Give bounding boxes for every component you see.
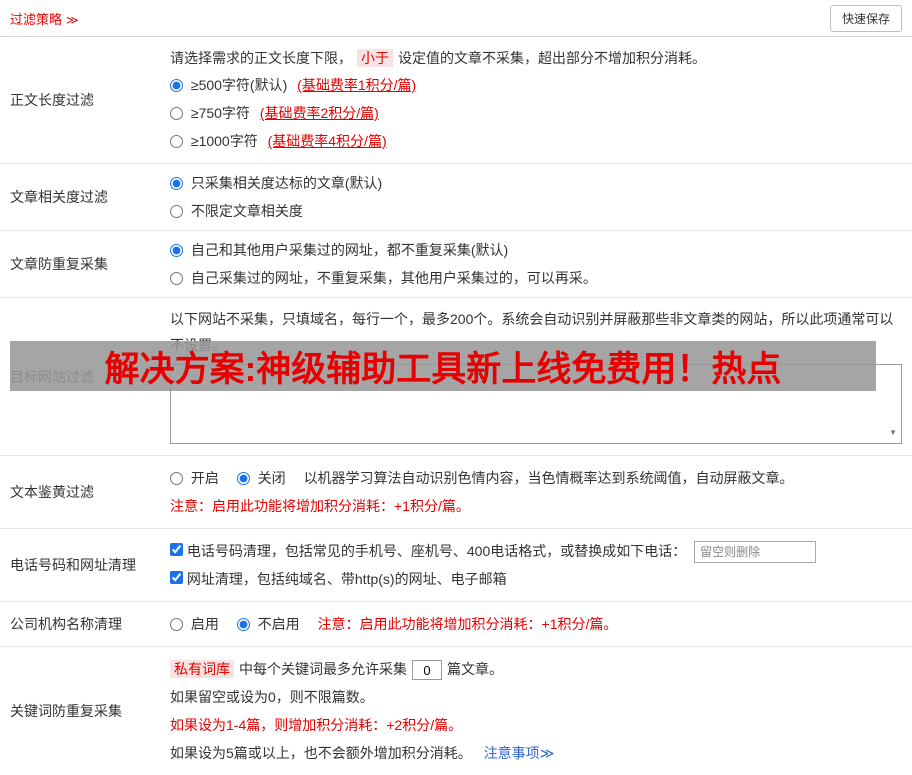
intro-pre: 请选择需求的正文长度下限，	[170, 50, 352, 66]
relevance-strict-radio[interactable]	[170, 177, 183, 190]
dedup-option-all-users: 自己和其他用户采集过的网址，都不重复采集(默认)	[170, 236, 902, 264]
porn-filter-cost-note: 注意：启用此功能将增加积分消耗：+1积分/篇。	[170, 498, 470, 514]
dedup-all-users-label: 自己和其他用户采集过的网址，都不重复采集(默认)	[190, 242, 509, 258]
row-label-dedup: 文章防重复采集	[10, 256, 108, 272]
dedup-self-only-radio[interactable]	[170, 272, 183, 285]
length-750-label: ≥750字符	[190, 105, 250, 121]
url-cleanup-checkbox[interactable]	[170, 571, 183, 584]
porn-option-off: 关闭	[236, 470, 290, 486]
row-label-company-cleanup: 公司机构名称清理	[10, 616, 122, 632]
quick-save-button[interactable]: 快速保存	[829, 4, 902, 32]
relevance-option-strict: 只采集相关度达标的文章(默认)	[170, 169, 902, 197]
relevance-option-any: 不限定文章相关度	[170, 197, 902, 225]
length-option-750: ≥750字符 (基础费率2积分/篇)	[170, 99, 902, 127]
length-option-500: ≥500字符(默认) (基础费率1积分/篇)	[170, 71, 902, 99]
notice-link[interactable]: 注意事项≫	[484, 745, 555, 761]
length-750-fee-note: (基础费率2积分/篇)	[259, 105, 379, 121]
company-cost-note: 注意：启用此功能将增加积分消耗：+1积分/篇。	[317, 616, 618, 632]
porn-filter-desc: 以机器学习算法自动识别色情内容，当色情概率达到系统阈值，自动屏蔽文章。	[303, 470, 794, 486]
row-keyword-dedup: 关键词防重复采集 私有词库中每个关键词最多允许采集 篇文章。 如果留空或设为0，则…	[0, 647, 912, 775]
page-title-text: 过滤策略	[10, 11, 63, 27]
length-1000-fee-note: (基础费率4积分/篇)	[267, 133, 387, 149]
row-label-porn-filter: 文本鉴黄过滤	[10, 484, 94, 500]
private-thesaurus-link[interactable]: 私有词库	[170, 660, 234, 678]
length-option-1000: ≥1000字符 (基础费率4积分/篇)	[170, 127, 902, 155]
row-porn-filter: 文本鉴黄过滤 开启 关闭 以机器学习算法自动识别色情内容，当色情概率达到系统阈值…	[0, 456, 912, 529]
chevron-double-icon: ≫	[66, 12, 79, 27]
row-relevance: 文章相关度过滤 只采集相关度达标的文章(默认) 不限定文章相关度	[0, 164, 912, 231]
replacement-phone-input[interactable]	[694, 541, 817, 564]
row-label-relevance: 文章相关度过滤	[10, 189, 108, 205]
company-enable-radio[interactable]	[170, 618, 183, 631]
length-1000-label: ≥1000字符	[190, 133, 258, 149]
row-label-keyword-dedup: 关键词防重复采集	[10, 703, 122, 719]
porn-on-radio[interactable]	[170, 472, 183, 485]
length-500-fee-note: (基础费率1积分/篇)	[297, 77, 417, 93]
row-dedup: 文章防重复采集 自己和其他用户采集过的网址，都不重复采集(默认) 自己采集过的网…	[0, 231, 912, 298]
page-title[interactable]: 过滤策略 ≫	[10, 9, 79, 28]
keyword-limit-suffix: 篇文章。	[447, 661, 503, 677]
company-option-enable: 启用	[170, 616, 223, 632]
keyword-limit-input[interactable]	[412, 660, 442, 681]
ad-overlay-banner[interactable]: 解决方案:神级辅助工具新上线免费用！热点	[10, 341, 876, 391]
length-500-label: ≥500字符(默认)	[190, 77, 288, 93]
company-disable-radio[interactable]	[236, 618, 250, 631]
page-header: 过滤策略 ≫ 快速保存	[0, 0, 912, 37]
relevance-any-label: 不限定文章相关度	[190, 203, 303, 219]
length-1000-radio[interactable]	[170, 135, 183, 148]
company-option-disable: 不启用	[236, 616, 304, 632]
porn-off-radio[interactable]	[236, 472, 250, 485]
row-phone-url: 电话号码和网址清理 电话号码清理，包括常见的手机号、座机号、400电话格式，或替…	[0, 529, 912, 602]
content-length-intro: 请选择需求的正文长度下限， 小于 设定值的文章不采集，超出部分不增加积分消耗。	[170, 45, 902, 71]
notice-link-text: 注意事项	[483, 745, 540, 761]
porn-off-label: 关闭	[257, 470, 286, 486]
porn-on-label: 开启	[190, 470, 219, 486]
row-company-cleanup: 公司机构名称清理 启用 不启用 注意：启用此功能将增加积分消耗：+1积分/篇。	[0, 602, 912, 647]
company-disable-label: 不启用	[257, 616, 300, 632]
dedup-all-users-radio[interactable]	[170, 244, 183, 257]
dedup-self-only-label: 自己采集过的网址，不重复采集，其他用户采集过的，可以再采。	[190, 270, 597, 286]
relevance-any-radio[interactable]	[170, 205, 183, 218]
length-750-radio[interactable]	[170, 107, 183, 120]
phone-cleanup-checkbox[interactable]	[170, 543, 183, 556]
dedup-option-self-only: 自己采集过的网址，不重复采集，其他用户采集过的，可以再采。	[170, 264, 902, 292]
row-content-length: 正文长度过滤 请选择需求的正文长度下限， 小于 设定值的文章不采集，超出部分不增加积…	[0, 37, 912, 164]
url-cleanup-option: 网址清理，包括纯域名、带http(s)的网址、电子邮箱	[170, 571, 507, 587]
phone-cleanup-label: 电话号码清理，包括常见的手机号、座机号、400电话格式，或替换成如下电话：	[186, 543, 687, 559]
ad-overlay-text: 解决方案:神级辅助工具新上线免费用！热点	[104, 349, 782, 389]
porn-option-on: 开启	[170, 470, 223, 486]
intro-highlight: 小于	[357, 49, 393, 67]
keyword-note-five: 如果设为5篇或以上，也不会额外增加积分消耗。	[170, 745, 472, 761]
intro-post: 设定值的文章不采集，超出部分不增加积分消耗。	[398, 50, 706, 66]
keyword-note-cost: 如果设为1-4篇，则增加积分消耗：+2积分/篇。	[170, 717, 463, 733]
row-label-content-length: 正文长度过滤	[10, 92, 94, 108]
notice-link-arrow-icon: ≫	[539, 745, 555, 761]
keyword-note-zero: 如果留空或设为0，则不限篇数。	[170, 689, 374, 705]
row-label-phone-url: 电话号码和网址清理	[10, 557, 136, 573]
length-500-radio[interactable]	[170, 79, 183, 92]
phone-cleanup-option: 电话号码清理，包括常见的手机号、座机号、400电话格式，或替换成如下电话：	[170, 543, 690, 559]
keyword-limit-text: 中每个关键词最多允许采集	[239, 661, 407, 677]
company-enable-label: 启用	[190, 616, 219, 632]
url-cleanup-label: 网址清理，包括纯域名、带http(s)的网址、电子邮箱	[186, 571, 507, 587]
relevance-strict-label: 只采集相关度达标的文章(默认)	[190, 175, 383, 191]
